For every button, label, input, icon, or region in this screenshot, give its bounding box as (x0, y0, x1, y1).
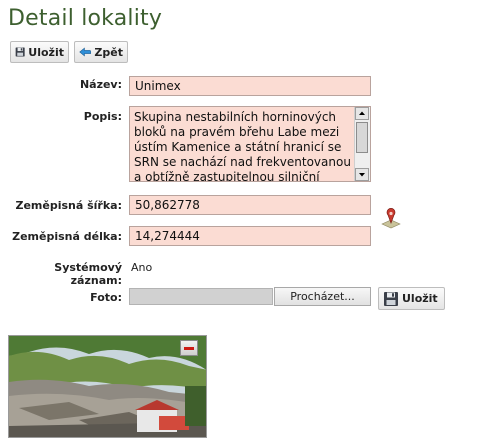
longitude-field[interactable]: 14,274444 (129, 226, 371, 246)
system-record-label: Systémový záznam: (54, 261, 122, 287)
photo-path-input[interactable] (129, 288, 273, 305)
scroll-up-arrow-icon[interactable] (355, 107, 369, 120)
back-button-label: Zpět (94, 45, 123, 59)
name-label: Název: (79, 78, 122, 91)
system-record-value: Ano (131, 261, 153, 274)
description-textarea[interactable]: Skupina nestabilních horninových bloků n… (129, 106, 371, 182)
page-title: Detail lokality (8, 6, 163, 31)
map-pin-icon[interactable] (379, 206, 403, 230)
photo-label: Foto: (90, 291, 122, 304)
scroll-thumb[interactable] (356, 122, 368, 153)
back-button[interactable]: Zpět (74, 41, 128, 63)
longitude-label: Zeměpisná délka: (12, 230, 122, 243)
floppy-disk-icon (15, 47, 25, 57)
scroll-down-arrow-icon[interactable] (355, 168, 369, 181)
photo-save-button[interactable]: Uložit (378, 287, 445, 310)
name-field[interactable]: Unimex (129, 76, 371, 96)
photo-thumbnail (8, 335, 207, 438)
photo-save-label: Uložit (402, 292, 438, 305)
description-scrollbar[interactable] (354, 107, 370, 181)
browse-button[interactable]: Procházet... (274, 287, 371, 306)
floppy-disk-icon (384, 291, 398, 306)
latitude-label: Zeměpisná šířka: (15, 199, 122, 212)
description-text: Skupina nestabilních horninových bloků n… (134, 110, 351, 182)
latitude-field[interactable]: 50,862778 (129, 195, 371, 215)
description-label: Popis: (83, 110, 122, 123)
delete-photo-icon[interactable] (180, 340, 198, 356)
back-arrow-icon (79, 47, 91, 57)
save-button[interactable]: Uložit (10, 41, 69, 63)
rock-cliff-photo (9, 336, 206, 437)
save-button-label: Uložit (28, 45, 64, 59)
